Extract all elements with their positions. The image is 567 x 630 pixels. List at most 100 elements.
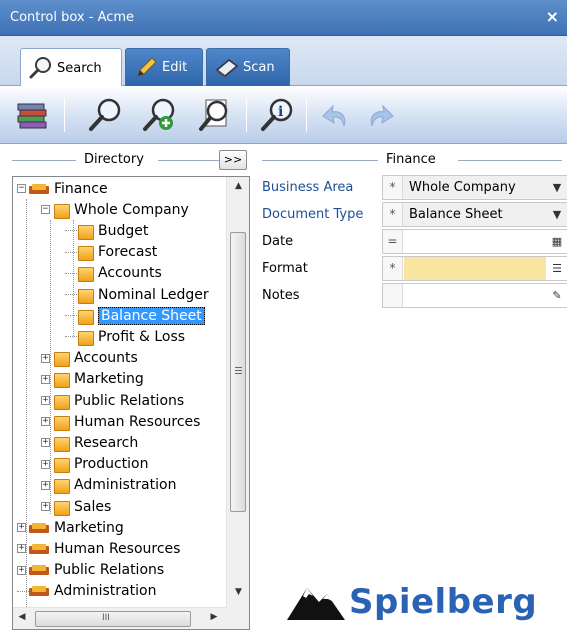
scroll-right-icon[interactable]: ▶ <box>205 612 223 622</box>
tree-node[interactable]: − Whole Company <box>41 199 189 220</box>
field-input[interactable]: * Balance Sheet ▼ <box>382 202 567 227</box>
tree-node-label: Accounts <box>98 265 162 282</box>
redo-icon[interactable] <box>362 96 400 134</box>
field-operator[interactable]: * <box>383 176 403 199</box>
tree-node-label: Production <box>74 456 149 473</box>
tree-horizontal-scrollbar[interactable]: ◀ III ▶ <box>13 607 226 629</box>
field-operator[interactable]: * <box>383 203 403 226</box>
scroll-down-icon[interactable]: ▼ <box>227 587 249 597</box>
tab-strip: Search Edit Scan <box>0 36 567 87</box>
search-document-icon[interactable] <box>196 96 234 134</box>
collapse-icon[interactable]: − <box>17 184 26 193</box>
field-input[interactable]: * ☰ <box>382 256 567 281</box>
directory-header: Directory <box>12 150 250 172</box>
collapse-icon[interactable]: − <box>41 205 50 215</box>
tree-node[interactable]: Administration <box>17 581 156 602</box>
tree-connector <box>65 272 77 274</box>
mountain-icon <box>287 588 345 620</box>
tab-search[interactable]: Search <box>20 48 122 87</box>
field-operator[interactable]: * <box>383 257 403 280</box>
tab-edit[interactable]: Edit <box>125 48 203 86</box>
tree-node-label: Public Relations <box>74 392 185 409</box>
scroll-up-icon[interactable]: ▲ <box>227 181 249 191</box>
tree-node[interactable]: + Production <box>41 454 148 475</box>
folder-icon <box>29 183 49 194</box>
folder-icon <box>53 500 70 516</box>
tree-node[interactable]: + Research <box>41 432 138 453</box>
calendar-icon[interactable]: ▦ <box>547 230 567 253</box>
folder-icon <box>53 373 70 389</box>
tree-node[interactable]: Forecast <box>65 242 157 263</box>
tree-node[interactable]: + Administration <box>41 475 176 496</box>
field-operator[interactable] <box>383 284 403 307</box>
tree-node[interactable]: + Human Resources <box>17 538 180 559</box>
tree-node[interactable]: + Human Resources <box>41 411 200 432</box>
expand-icon[interactable]: + <box>17 565 26 575</box>
tree-node-label: Human Resources <box>54 540 181 557</box>
tree-node-label: Marketing <box>74 371 144 388</box>
expand-icon[interactable]: + <box>41 353 50 363</box>
search-icon[interactable] <box>86 96 124 134</box>
field-input[interactable]: = ▦ <box>382 229 567 254</box>
tree-node[interactable]: + Public Relations <box>41 390 184 411</box>
dropdown-icon[interactable]: ▼ <box>547 203 567 226</box>
vertical-scroll-thumb[interactable] <box>230 232 246 512</box>
tree-node[interactable]: + Accounts <box>41 348 138 369</box>
form-row: Notes ✎ <box>262 283 567 310</box>
tree-node-label: Research <box>74 434 139 451</box>
svg-text:i: i <box>278 104 283 120</box>
grip-icon <box>235 367 242 368</box>
tree-connector <box>65 294 77 295</box>
directory-tree[interactable]: − Finance − Whole Company Budget Forecast Acco… <box>12 176 250 630</box>
tree-node[interactable]: Nominal Ledger <box>65 284 209 305</box>
expand-icon[interactable]: + <box>41 502 50 511</box>
folder-icon <box>29 522 49 533</box>
tree-node[interactable]: Accounts <box>65 263 162 284</box>
tree-connector <box>65 336 77 338</box>
expand-icon[interactable]: + <box>17 544 26 554</box>
expand-icon[interactable]: + <box>41 396 50 405</box>
form-row: Business Area * Whole Company ▼ <box>262 175 567 202</box>
tree-node[interactable]: Balance Sheet <box>65 305 205 326</box>
tree-connector <box>65 251 77 253</box>
dropdown-icon[interactable]: ▼ <box>547 176 567 199</box>
field-input[interactable]: ✎ <box>382 283 567 308</box>
folder-icon <box>77 267 94 283</box>
books-icon[interactable] <box>14 96 52 134</box>
tree-node[interactable]: + Marketing <box>41 369 144 390</box>
expand-icon[interactable]: + <box>17 523 26 533</box>
tree-node-label: Accounts <box>74 350 138 367</box>
pin-icon[interactable]: ✎ <box>547 284 567 307</box>
tree-connector <box>65 315 77 317</box>
tree-node-label: Budget <box>98 222 149 239</box>
search-info-icon[interactable]: i <box>258 96 296 134</box>
tab-scan[interactable]: Scan <box>206 48 290 86</box>
tree-node[interactable]: + Sales <box>41 496 111 517</box>
directory-expand-button[interactable]: >> <box>219 150 247 170</box>
form-row: Document Type * Balance Sheet ▼ <box>262 202 567 229</box>
header-rule <box>12 160 76 161</box>
scroll-left-icon[interactable]: ◀ <box>13 612 31 622</box>
expand-icon[interactable]: + <box>41 459 50 469</box>
expand-icon[interactable]: + <box>41 374 50 384</box>
field-input[interactable]: * Whole Company ▼ <box>382 175 567 200</box>
expand-icon[interactable]: + <box>41 480 50 490</box>
undo-icon[interactable] <box>316 96 354 134</box>
expand-icon[interactable]: + <box>41 417 50 427</box>
tree-vertical-scrollbar[interactable]: ▲ ▼ <box>226 177 249 607</box>
folder-icon <box>77 224 94 240</box>
tree-node[interactable]: + Marketing <box>17 517 124 538</box>
expand-icon[interactable]: + <box>41 438 50 448</box>
tree-node[interactable]: + Public Relations <box>17 560 164 581</box>
horizontal-scroll-thumb[interactable]: III <box>35 611 191 627</box>
close-icon[interactable]: × <box>546 7 559 27</box>
tree-node[interactable]: Budget <box>65 220 148 241</box>
tree-connector <box>65 230 77 232</box>
field-operator[interactable]: = <box>383 230 403 253</box>
tree-node[interactable]: − Finance <box>17 178 108 199</box>
list-icon[interactable]: ☰ <box>547 257 567 280</box>
field-label: Date <box>262 234 294 249</box>
tree-node[interactable]: Profit & Loss <box>65 326 185 347</box>
folder-icon <box>53 458 70 474</box>
search-add-icon[interactable] <box>140 96 178 134</box>
